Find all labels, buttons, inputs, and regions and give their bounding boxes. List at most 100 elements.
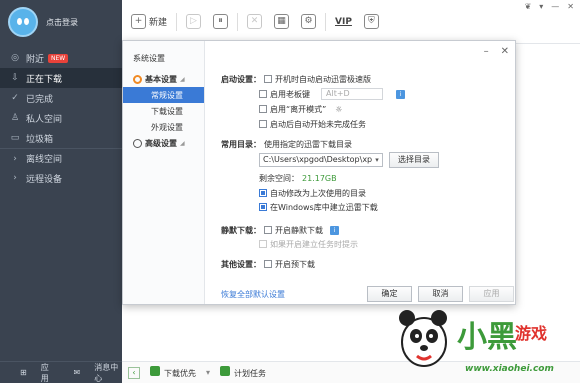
- remember-dir-checkbox[interactable]: [259, 189, 267, 197]
- silent-row-2: 如果开启建立任务时提示: [259, 238, 358, 250]
- shield-icon: ⛨: [363, 14, 379, 29]
- sidebar-item-label: 私人空间: [26, 114, 63, 125]
- trash-icon: ▭: [10, 133, 20, 143]
- vip-label: VIP: [335, 16, 352, 27]
- tree-node-advanced[interactable]: 高级设置 ◢: [123, 135, 204, 151]
- away-mode-label: 启用“离开模式”: [270, 104, 327, 114]
- delete-icon: ✕: [247, 14, 263, 29]
- startup-row-4: 启动后自动开始未完成任务: [259, 118, 366, 130]
- startup-label: 启动设置：: [221, 74, 261, 84]
- collapse-button[interactable]: ‹: [128, 366, 140, 379]
- autostart-checkbox[interactable]: [264, 75, 272, 83]
- messages-button[interactable]: ✉ 消息中心: [54, 362, 122, 384]
- sidebar-item-private[interactable]: ♙ 私人空间: [0, 108, 122, 128]
- sidebar-item-label: 垃圾箱: [26, 134, 54, 145]
- start-button[interactable]: ▷: [183, 12, 204, 32]
- sidebar-footer: ⊞ 应用 ✉ 消息中心: [0, 361, 122, 383]
- silent-row-1: 静默下载： 开启静默下载 i: [221, 224, 339, 236]
- download-path-select[interactable]: C:\Users\xpgod\Desktop\xp ▾: [259, 153, 383, 167]
- windows-library-label: 在Windows库中建立迅雷下载: [270, 202, 378, 212]
- menu-icon[interactable]: ▾: [539, 2, 543, 11]
- user-icon: ♙: [10, 113, 20, 123]
- vip-button[interactable]: VIP: [332, 12, 355, 32]
- silent-label: 静默下载：: [221, 225, 261, 235]
- priority-label: 下载优先: [164, 369, 196, 378]
- startup-row-1: 启动设置： 开机时自动启动迅雷极速版: [221, 73, 371, 85]
- predownload-checkbox[interactable]: [264, 260, 272, 268]
- tree-node-label: 基本设置: [145, 74, 177, 84]
- minimize-icon[interactable]: —: [551, 2, 559, 11]
- free-space-value: 21.17GB: [302, 173, 337, 183]
- tree-item-general[interactable]: 常规设置: [123, 87, 204, 103]
- sidebar-item-offline[interactable]: › 离线空间: [0, 148, 122, 168]
- select-dir-button[interactable]: 选择目录: [389, 152, 439, 168]
- delete-button[interactable]: ✕: [244, 12, 265, 32]
- priority-dropdown-icon[interactable]: ▾: [206, 368, 210, 377]
- toolbar-divider: [325, 12, 327, 31]
- info-icon[interactable]: i: [396, 89, 405, 99]
- sidebar-item-label: 已完成: [26, 94, 54, 105]
- sidebar-item-label: 正在下载: [26, 74, 63, 85]
- dir-row-2: C:\Users\xpgod\Desktop\xp ▾ 选择目录: [259, 152, 439, 168]
- dir-desc: 使用指定的迅雷下载目录: [264, 139, 352, 149]
- plan-button[interactable]: 计划任务: [220, 366, 266, 379]
- user-header[interactable]: 点击登录: [0, 0, 122, 44]
- predownload-label: 开启预下载: [275, 259, 315, 269]
- sidebar-item-label: 远程设备: [26, 174, 63, 185]
- reset-defaults-link[interactable]: 恢复全部默认设置: [221, 289, 285, 300]
- settings-button[interactable]: ⚙: [298, 12, 319, 32]
- windows-library-checkbox[interactable]: [259, 203, 267, 211]
- grid-button[interactable]: ▦: [271, 12, 292, 32]
- location-icon: ◎: [11, 53, 19, 63]
- silent-prompt-label: 如果开启建立任务时提示: [270, 239, 358, 249]
- chevron-right-icon: ›: [13, 173, 17, 183]
- sidebar-item-label: 附近: [26, 54, 45, 65]
- play-icon: ▷: [186, 14, 202, 29]
- info-icon[interactable]: i: [330, 225, 339, 235]
- shield-button[interactable]: ⛨: [361, 12, 382, 32]
- chevron-down-icon: ▾: [375, 156, 379, 164]
- remember-dir-label: 自动修改为上次使用的目录: [270, 188, 366, 198]
- tree-item-download[interactable]: 下载设置: [123, 103, 204, 119]
- dir-label: 常用目录：: [221, 139, 261, 149]
- avatar[interactable]: [8, 7, 38, 37]
- sidebar-item-downloading[interactable]: ⇩ 正在下载: [0, 68, 122, 88]
- grid-icon: ▦: [274, 14, 290, 29]
- bosskey-checkbox[interactable]: [259, 90, 267, 98]
- settings-dialog: – ✕ 系统设置 基本设置 ◢ 常规设置 下载设置 外观设置 高级设置 ◢ 启动…: [122, 40, 516, 305]
- pause-button[interactable]: ⏸: [210, 12, 231, 32]
- dialog-footer-left: 恢复全部默认设置: [221, 288, 285, 300]
- plus-icon: +: [131, 14, 146, 29]
- tree-node-basic[interactable]: 基本设置 ◢: [123, 71, 204, 87]
- tree-item-appearance[interactable]: 外观设置: [123, 119, 204, 135]
- resume-tasks-label: 启动后自动开始未完成任务: [270, 119, 366, 129]
- skin-icon[interactable]: ❦: [525, 2, 532, 11]
- settings-tree: 系统设置 基本设置 ◢ 常规设置 下载设置 外观设置 高级设置 ◢: [123, 41, 205, 304]
- tree-node-label: 高级设置: [145, 138, 177, 148]
- sidebar-nav: ◎ 附近 NEW ⇩ 正在下载 ✓ 已完成 ♙ 私人空间 ▭ 垃圾箱 › 离线空…: [0, 48, 122, 188]
- sidebar-item-label: 离线空间: [26, 155, 63, 165]
- toolbar-divider: [176, 12, 178, 31]
- check-icon: ✓: [11, 93, 19, 103]
- triangle-icon: ◢: [180, 139, 185, 147]
- hotkey-field[interactable]: Alt+D: [321, 88, 383, 100]
- apps-button[interactable]: ⊞ 应用: [0, 362, 54, 384]
- silent-download-checkbox[interactable]: [264, 226, 272, 234]
- resume-tasks-checkbox[interactable]: [259, 120, 267, 128]
- gear-icon: ⚙: [301, 14, 317, 29]
- triangle-icon: ◢: [180, 75, 185, 83]
- away-mode-checkbox[interactable]: [259, 105, 267, 113]
- login-link[interactable]: 点击登录: [46, 17, 78, 28]
- sidebar-item-trash[interactable]: ▭ 垃圾箱: [0, 128, 122, 148]
- watermark: 小黑 游戏 www.xiaohei.com: [385, 300, 580, 383]
- sidebar-item-nearby[interactable]: ◎ 附近 NEW: [0, 48, 122, 68]
- new-task-button[interactable]: + 新建: [128, 12, 170, 32]
- priority-button[interactable]: 下载优先: [150, 366, 196, 379]
- sidebar: 点击登录 ◎ 附近 NEW ⇩ 正在下载 ✓ 已完成 ♙ 私人空间 ▭ 垃圾箱 …: [0, 0, 122, 383]
- watermark-brand: 小黑: [457, 320, 517, 355]
- sidebar-item-completed[interactable]: ✓ 已完成: [0, 88, 122, 108]
- close-icon[interactable]: ✕: [567, 2, 574, 11]
- sidebar-item-remote[interactable]: › 远程设备: [0, 168, 122, 188]
- silent-prompt-checkbox[interactable]: [259, 240, 267, 248]
- message-icon: ✉: [73, 368, 81, 377]
